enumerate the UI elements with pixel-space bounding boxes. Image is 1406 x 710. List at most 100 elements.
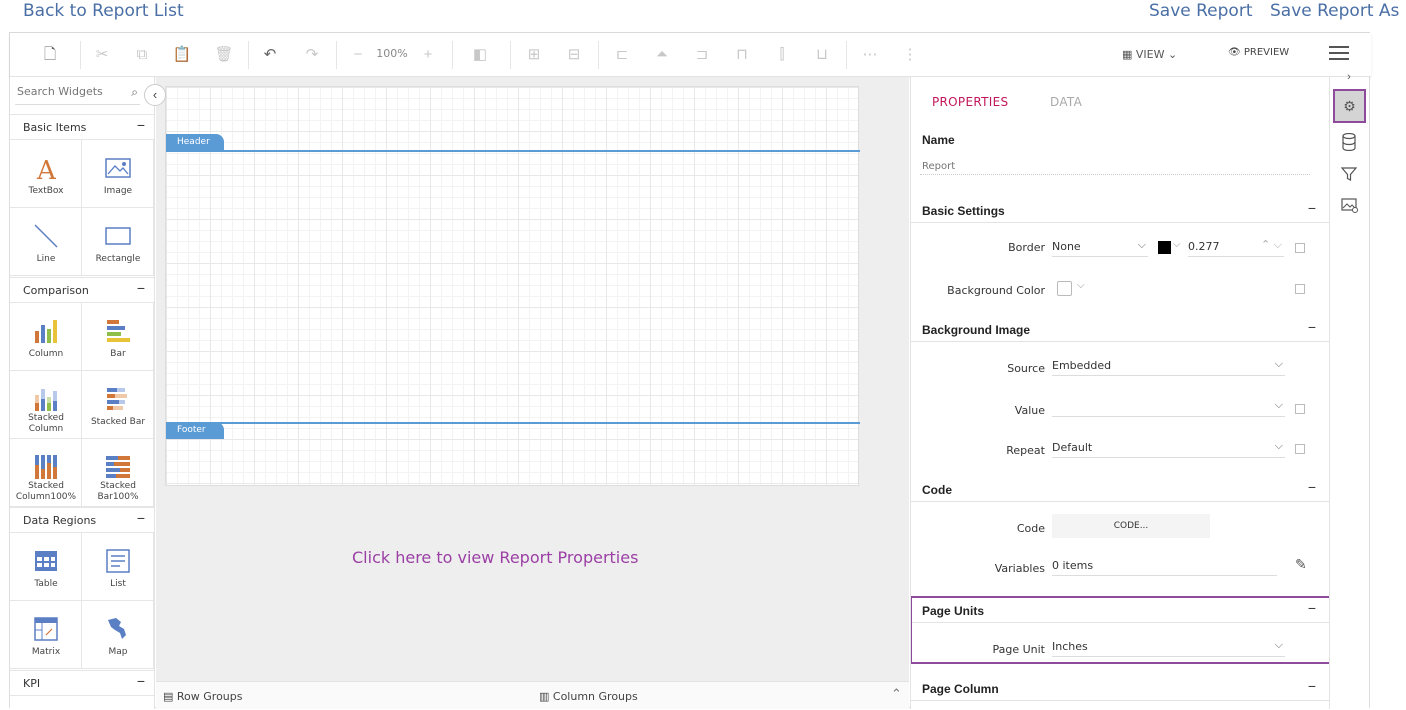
new-file-icon[interactable]: 🗋 <box>40 45 60 65</box>
widget-image[interactable]: Image <box>82 140 154 208</box>
collapse-icon[interactable]: − <box>137 510 145 526</box>
widget-stacked-column100[interactable]: Stacked Column100% <box>10 439 82 507</box>
widget-stacked-bar100[interactable]: Stacked Bar100% <box>82 439 154 507</box>
header-band-tag[interactable]: Header <box>166 134 224 151</box>
eye-icon: 👁 <box>1228 47 1244 58</box>
zoom-in-icon[interactable]: + <box>418 45 438 65</box>
collapse-icon[interactable]: − <box>1308 678 1316 694</box>
widget-bar[interactable]: Bar <box>82 303 154 371</box>
variables-field[interactable]: 0 items <box>1052 556 1277 576</box>
stacked-column-icon <box>35 389 57 411</box>
align-right-icon[interactable]: ⊐ <box>692 45 712 65</box>
border-style-select[interactable]: None ⌵ <box>1052 237 1148 257</box>
align-grid-icon[interactable]: ⊞ <box>524 45 544 65</box>
save-report-link[interactable]: Save Report <box>1149 1 1253 21</box>
widget-stacked-column[interactable]: Stacked Column <box>10 371 82 439</box>
save-report-as-link[interactable]: Save Report As <box>1270 1 1399 21</box>
category-data-regions[interactable]: Data Regions − <box>10 507 154 533</box>
distribute-horizontal-icon[interactable]: ⋯ <box>860 45 880 65</box>
align-middle-icon[interactable]: ⫿ <box>772 45 792 65</box>
widget-textbox[interactable]: A TextBox <box>10 140 82 208</box>
toolbar: 🗋 ✂ ⧉ 📋 🗑 ↶ ↷ − 100% + ◧ ⊞ ⊟ ⊏ ⏶ ⊐ ⊓ ⫿ ⊔… <box>10 33 1371 77</box>
align-left-icon[interactable]: ⊏ <box>612 45 632 65</box>
preview-button[interactable]: 👁 PREVIEW <box>1228 47 1289 58</box>
code-button[interactable]: CODE... <box>1052 514 1210 538</box>
collapse-icon[interactable]: − <box>137 117 145 133</box>
chevron-right-icon[interactable]: › <box>1335 69 1363 85</box>
row-groups-button[interactable]: ▤ Row Groups <box>163 690 242 703</box>
chevron-down-icon[interactable]: ⌵ <box>1077 280 1085 291</box>
source-select[interactable]: Embedded ⌵ <box>1052 356 1285 376</box>
align-center-icon[interactable]: ⏶ <box>652 45 672 65</box>
section-code[interactable]: Code − <box>911 476 1329 502</box>
border-width-input[interactable]: 0.277 ⌃ ⌵ <box>1188 237 1284 257</box>
widget-matrix[interactable]: Matrix <box>10 601 82 669</box>
background-color-swatch[interactable] <box>1057 281 1072 296</box>
border-checkbox[interactable] <box>1295 243 1305 253</box>
undo-icon[interactable]: ↶ <box>260 45 280 65</box>
category-basic-items[interactable]: Basic Items − <box>10 114 154 140</box>
widget-rectangle[interactable]: Rectangle <box>82 208 154 276</box>
align-top-icon[interactable]: ⊓ <box>732 45 752 65</box>
footer-band-tag[interactable]: Footer <box>166 422 224 439</box>
widget-column[interactable]: Column <box>10 303 82 371</box>
border-color-swatch[interactable] <box>1158 241 1171 254</box>
repeat-select[interactable]: Default ⌵ <box>1052 438 1285 458</box>
delete-icon[interactable]: 🗑 <box>214 45 234 65</box>
filter-icon[interactable] <box>1335 159 1363 187</box>
section-background-image[interactable]: Background Image − <box>911 316 1329 342</box>
section-page-column[interactable]: Page Column − <box>911 675 1329 701</box>
hamburger-menu-icon[interactable] <box>1329 46 1349 62</box>
value-checkbox[interactable] <box>1295 404 1305 414</box>
redo-icon[interactable]: ↷ <box>302 45 322 65</box>
repeat-checkbox[interactable] <box>1295 444 1305 454</box>
widget-list[interactable]: List <box>82 533 154 601</box>
database-icon[interactable] <box>1335 127 1363 155</box>
order-icon[interactable]: ◧ <box>470 45 490 65</box>
spinner-icon[interactable]: ⌃ ⌵ <box>1261 238 1282 252</box>
tab-data[interactable]: DATA <box>1050 95 1082 109</box>
background-color-checkbox[interactable] <box>1295 284 1305 294</box>
name-input[interactable] <box>920 159 1310 175</box>
value-select[interactable]: ⌵ <box>1052 397 1285 417</box>
edit-pencil-icon[interactable]: ✎ <box>1295 556 1307 573</box>
search-widgets-input[interactable] <box>17 85 117 98</box>
widget-stacked-bar[interactable]: Stacked Bar <box>82 371 154 439</box>
widget-map[interactable]: Map <box>82 601 154 669</box>
report-page[interactable]: Header Footer <box>165 86 860 486</box>
search-icon[interactable]: ⌕ <box>131 85 138 100</box>
column-groups-button[interactable]: ▥ Column Groups <box>539 690 638 703</box>
copy-icon[interactable]: ⧉ <box>132 45 152 65</box>
cut-icon[interactable]: ✂ <box>92 45 112 65</box>
collapse-icon[interactable]: − <box>137 280 145 296</box>
collapse-icon[interactable]: − <box>1308 319 1316 335</box>
view-button[interactable]: ▦ VIEW ⌄ <box>1122 48 1177 61</box>
expand-up-icon[interactable]: ⌃ <box>891 687 902 702</box>
tab-properties[interactable]: PROPERTIES <box>932 95 1008 109</box>
view-report-properties-link[interactable]: Click here to view Report Properties <box>352 548 638 567</box>
collapse-icon[interactable]: − <box>1308 200 1316 216</box>
snap-icon[interactable]: ⊟ <box>564 45 584 65</box>
widget-table[interactable]: Table <box>10 533 82 601</box>
zoom-level: 100% <box>376 47 408 60</box>
gear-icon[interactable]: ⚙ <box>1333 89 1366 123</box>
distribute-vertical-icon[interactable]: ⋮ <box>900 45 920 65</box>
collapse-panel-button[interactable]: ‹ <box>144 84 166 106</box>
widget-panel: ⌕ Basic Items − A TextBox Image Line Rec… <box>10 77 155 709</box>
collapse-icon[interactable]: − <box>137 673 145 689</box>
border-label: Border <box>1008 241 1045 254</box>
paste-icon[interactable]: 📋 <box>172 45 192 65</box>
category-comparison[interactable]: Comparison − <box>10 277 154 303</box>
back-to-report-list-link[interactable]: Back to Report List <box>23 1 184 21</box>
align-bottom-icon[interactable]: ⊔ <box>812 45 832 65</box>
section-basic-settings[interactable]: Basic Settings − <box>911 197 1329 223</box>
matrix-icon <box>34 617 58 641</box>
chevron-down-icon[interactable]: ⌵ <box>1173 239 1181 250</box>
widget-line[interactable]: Line <box>10 208 82 276</box>
image-settings-icon[interactable] <box>1335 190 1363 218</box>
collapse-icon[interactable]: − <box>1308 479 1316 495</box>
source-label: Source <box>1007 362 1045 375</box>
map-icon <box>108 618 126 639</box>
category-kpi[interactable]: KPI − <box>10 670 154 696</box>
zoom-out-icon[interactable]: − <box>348 45 368 65</box>
